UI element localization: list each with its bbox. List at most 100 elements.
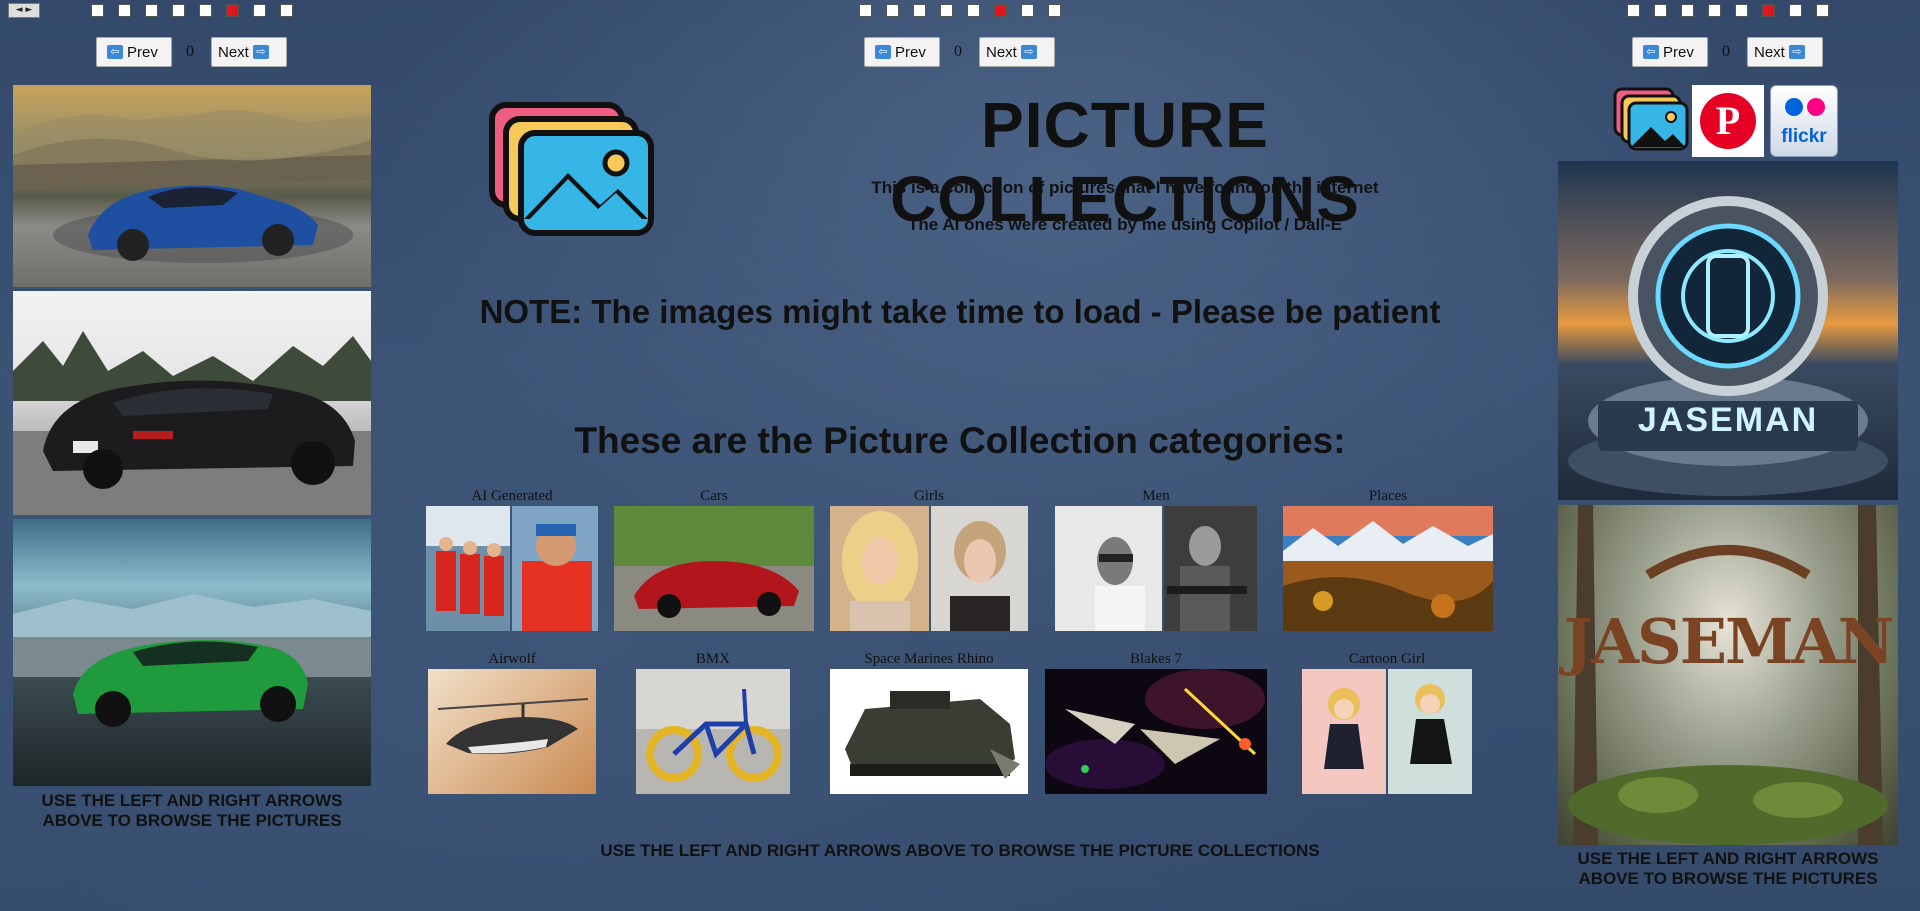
category-airwolf[interactable] bbox=[428, 669, 596, 794]
photo-jaseman-sign[interactable]: JASEMAN bbox=[1558, 161, 1898, 500]
page-dot[interactable] bbox=[199, 4, 212, 17]
left-page-dots bbox=[91, 4, 307, 17]
prev-label: Prev bbox=[895, 43, 926, 61]
category-ai-generated[interactable] bbox=[426, 506, 598, 631]
girls-thumb bbox=[830, 506, 1028, 631]
picture-counter: 0 bbox=[1722, 43, 1730, 60]
prev-label: Prev bbox=[1663, 43, 1694, 61]
photo-black-car[interactable] bbox=[13, 291, 371, 515]
page-dot[interactable] bbox=[1816, 4, 1829, 17]
category-men[interactable] bbox=[1055, 506, 1257, 631]
page-dot[interactable] bbox=[1789, 4, 1802, 17]
page-dot[interactable] bbox=[1048, 4, 1061, 17]
page-dot[interactable] bbox=[1735, 4, 1748, 17]
black-car-image bbox=[13, 331, 371, 515]
bmx-thumb bbox=[636, 669, 790, 782]
page-dot[interactable] bbox=[859, 4, 872, 17]
page-dot[interactable] bbox=[280, 4, 293, 17]
category-label: Cartoon Girl bbox=[1348, 651, 1426, 667]
left-nav: ⇦ Prev 0 Next ⇨ bbox=[96, 37, 287, 67]
page-dot[interactable] bbox=[1021, 4, 1034, 17]
loading-note: NOTE: The images might take time to load… bbox=[479, 293, 1441, 330]
page-dot[interactable] bbox=[145, 4, 158, 17]
photo-blue-car[interactable] bbox=[13, 85, 371, 287]
arrow-right-icon: ⇨ bbox=[252, 45, 269, 59]
airwolf-thumb bbox=[437, 698, 589, 755]
prev-button[interactable]: ⇦ Prev bbox=[96, 37, 172, 67]
arrow-right-icon: ⇨ bbox=[1788, 45, 1805, 59]
flickr-blue-dot-icon bbox=[1785, 98, 1803, 116]
gallery-logo-icon bbox=[488, 101, 656, 239]
next-button[interactable]: Next ⇨ bbox=[1747, 37, 1823, 67]
category-label: Places bbox=[1368, 488, 1408, 504]
page-dot-active[interactable] bbox=[226, 4, 239, 17]
left-browse-hint: USE THE LEFT AND RIGHT ARROWS ABOVE TO B… bbox=[41, 791, 343, 830]
jaseman-sign-text: JASEMAN bbox=[1637, 401, 1819, 439]
rhino-thumb bbox=[845, 691, 1020, 779]
ai-generated-thumb bbox=[426, 506, 598, 631]
page-title: PICTURE COLLECTIONS bbox=[890, 89, 1360, 235]
jaseman-wood-text: JASEMAN bbox=[1563, 605, 1895, 678]
category-blakes-7[interactable] bbox=[1045, 669, 1267, 794]
category-label: Airwolf bbox=[488, 651, 536, 667]
blakes-7-thumb bbox=[1045, 669, 1265, 789]
page-dot[interactable] bbox=[253, 4, 266, 17]
arrow-left-icon: ⇦ bbox=[1643, 45, 1659, 59]
category-label: Girls bbox=[914, 488, 944, 504]
category-girls[interactable] bbox=[830, 506, 1028, 631]
page-dot[interactable] bbox=[913, 4, 926, 17]
cartoon-girl-thumb bbox=[1302, 669, 1472, 794]
right-nav: ⇦ Prev 0 Next ⇨ bbox=[1632, 37, 1823, 67]
page-dot[interactable] bbox=[91, 4, 104, 17]
prev-button[interactable]: ⇦ Prev bbox=[864, 37, 940, 67]
slideshow-toggle[interactable]: ◄ ► bbox=[8, 3, 40, 18]
next-button[interactable]: Next ⇨ bbox=[979, 37, 1055, 67]
category-label: Blakes 7 bbox=[1129, 651, 1183, 667]
next-button[interactable]: Next ⇨ bbox=[211, 37, 287, 67]
cars-thumb bbox=[614, 506, 814, 631]
category-places[interactable] bbox=[1283, 506, 1493, 631]
arrow-left-icon: ⇦ bbox=[875, 45, 891, 59]
blue-car-image bbox=[13, 110, 371, 263]
category-cartoon-girl[interactable] bbox=[1302, 669, 1472, 794]
prev-button[interactable]: ⇦ Prev bbox=[1632, 37, 1708, 67]
page-dot[interactable] bbox=[1708, 4, 1721, 17]
category-space-marines-rhino[interactable] bbox=[830, 669, 1028, 794]
prev-label: Prev bbox=[127, 43, 158, 61]
photo-green-car[interactable] bbox=[13, 519, 371, 786]
page-dot[interactable] bbox=[118, 4, 131, 17]
page-dot[interactable] bbox=[1654, 4, 1667, 17]
page-dot[interactable] bbox=[886, 4, 899, 17]
arrow-right-icon: ⇨ bbox=[1020, 45, 1037, 59]
center-browse-hint: USE THE LEFT AND RIGHT ARROWS ABOVE TO B… bbox=[600, 841, 1320, 860]
center-nav: ⇦ Prev 0 Next ⇨ bbox=[864, 37, 1055, 67]
pinterest-link[interactable]: P bbox=[1692, 85, 1764, 157]
page-dot[interactable] bbox=[1627, 4, 1640, 17]
next-label: Next bbox=[986, 43, 1017, 61]
page-dot[interactable] bbox=[172, 4, 185, 17]
page-dot-active[interactable] bbox=[994, 4, 1007, 17]
category-label: Men bbox=[1142, 488, 1170, 504]
pinterest-icon: P bbox=[1700, 93, 1756, 149]
page-dot-active[interactable] bbox=[1762, 4, 1775, 17]
page-dot[interactable] bbox=[1681, 4, 1694, 17]
collection-counter: 0 bbox=[954, 43, 962, 60]
center-page-dots bbox=[859, 4, 1075, 17]
right-browse-hint: USE THE LEFT AND RIGHT ARROWS ABOVE TO B… bbox=[1577, 849, 1879, 888]
next-label: Next bbox=[1754, 43, 1785, 61]
category-label: Cars bbox=[700, 488, 728, 504]
category-cars[interactable] bbox=[614, 506, 814, 631]
photo-jaseman-wood[interactable]: JASEMAN bbox=[1558, 505, 1898, 845]
categories-heading: These are the Picture Collection categor… bbox=[574, 420, 1346, 461]
page-dot[interactable] bbox=[967, 4, 980, 17]
gallery-small-icon[interactable] bbox=[1613, 87, 1691, 155]
arrow-left-icon: ⇦ bbox=[107, 45, 123, 59]
jaseman-sign-image bbox=[1568, 196, 1888, 496]
category-bmx[interactable] bbox=[636, 669, 790, 794]
category-label: Space Marines Rhino bbox=[864, 651, 994, 667]
places-thumb bbox=[1283, 506, 1493, 631]
flickr-link[interactable]: flickr bbox=[1770, 85, 1838, 157]
category-label: BMX bbox=[695, 651, 731, 667]
page-dot[interactable] bbox=[940, 4, 953, 17]
green-car-image bbox=[13, 594, 371, 727]
